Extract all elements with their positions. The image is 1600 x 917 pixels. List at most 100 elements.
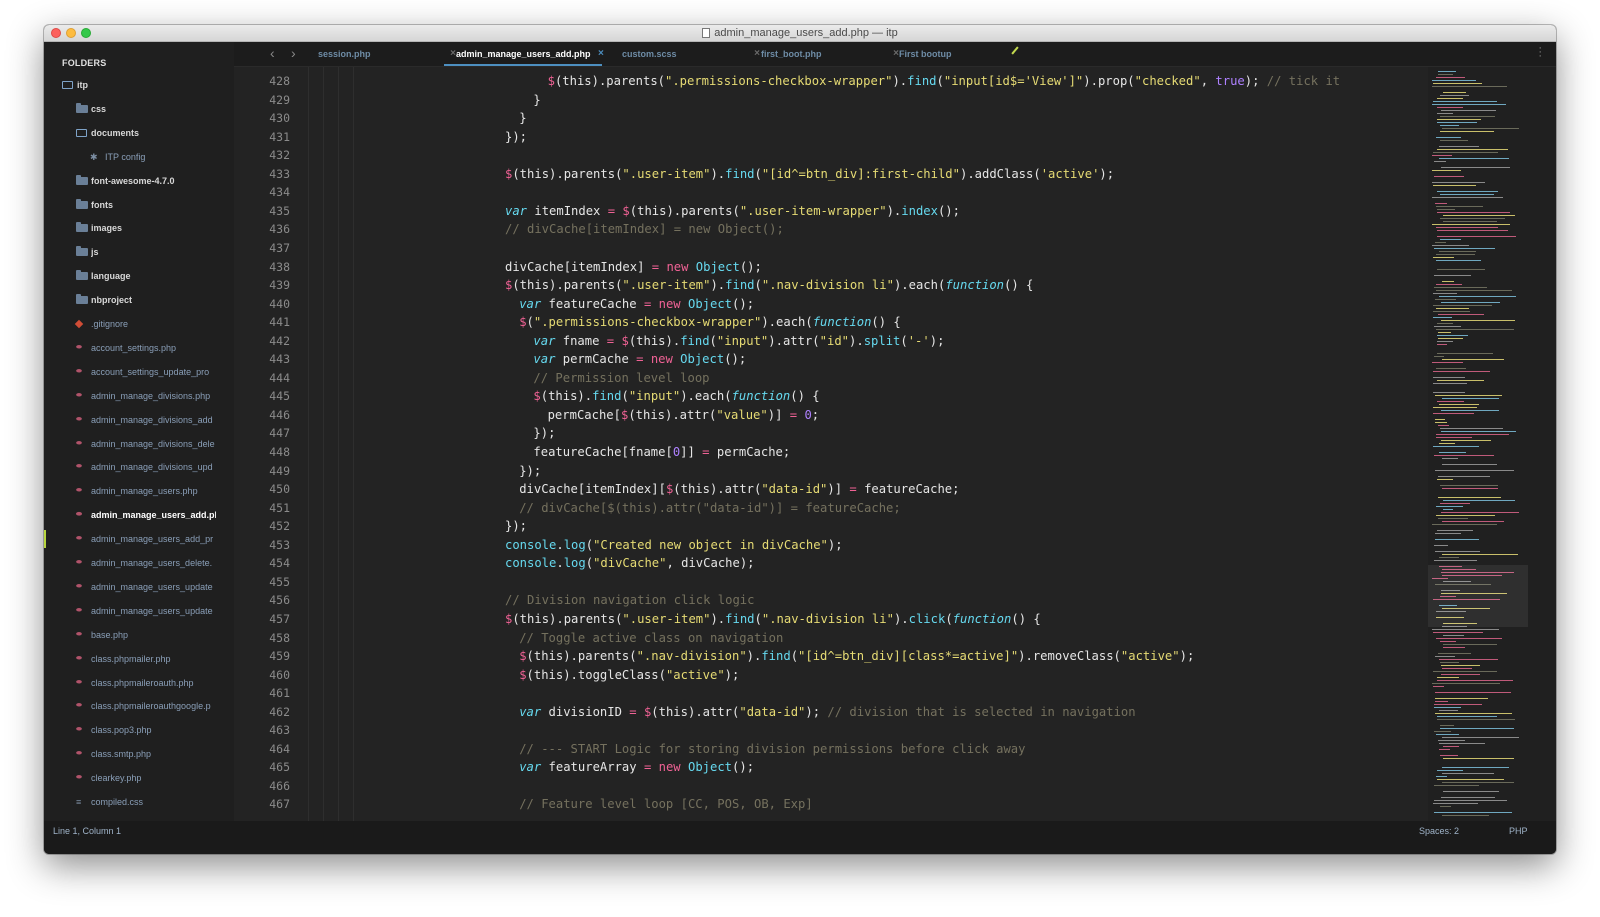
sidebar-file[interactable]: ⬬ admin_manage_users_delete. xyxy=(44,552,234,574)
minimap-line xyxy=(1433,185,1476,186)
code-line[interactable]: 448 featureCache[fname[0]] = permCache; xyxy=(234,443,1428,462)
syntax-selector[interactable]: PHP xyxy=(1509,821,1528,841)
code-text: divCache[itemIndex][$(this).attr("data-i… xyxy=(519,480,959,499)
code-editor[interactable]: 428 $(this).parents(".permissions-checkbo… xyxy=(234,67,1428,821)
code-line[interactable]: 463 xyxy=(234,721,1428,740)
code-line[interactable]: 459 $(this).parents(".nav-division").find… xyxy=(234,647,1428,666)
code-line[interactable]: 454 console.log("divCache", divCache); xyxy=(234,554,1428,573)
sidebar-file[interactable]: ⬬ account_settings_update_pro xyxy=(44,361,234,383)
sidebar-file[interactable]: ⬬ class.pop3.php xyxy=(44,719,234,741)
tab-label: custom.scss xyxy=(622,49,677,59)
code-line[interactable]: 443 var permCache = new Object(); xyxy=(234,350,1428,369)
code-token: ). xyxy=(886,203,902,218)
code-line[interactable]: 442 var fname = $(this).find("input").att… xyxy=(234,332,1428,351)
code-line[interactable]: 433 $(this).parents(".user-item").find("[… xyxy=(234,165,1428,184)
maximize-window-button[interactable] xyxy=(81,28,91,38)
minimize-window-button[interactable] xyxy=(66,28,76,38)
sidebar-file[interactable]: ⬬ account_settings.php xyxy=(44,337,234,359)
code-line[interactable]: 441 $(".permissions-checkbox-wrapper").ea… xyxy=(234,313,1428,332)
code-line[interactable]: 444 // Permission level loop xyxy=(234,369,1428,388)
sidebar-file[interactable]: ≡ compiled.css xyxy=(44,791,234,813)
sidebar-file[interactable]: ⬬ class.smtp.php xyxy=(44,743,234,765)
code-line[interactable]: 460 $(this).toggleClass("active"); xyxy=(234,666,1428,685)
minimap-line xyxy=(1436,437,1472,438)
code-line[interactable]: 456 // Division navigation click logic xyxy=(234,591,1428,610)
code-line[interactable]: 439 $(this).parents(".user-item").find(".… xyxy=(234,276,1428,295)
sidebar-file[interactable]: ⬬ admin_manage_users_add.ph xyxy=(44,504,234,526)
sidebar-file[interactable]: ⬬ class.phpmaileroauth.php xyxy=(44,672,234,694)
sidebar-file[interactable]: ⬬ admin_manage_users_update xyxy=(44,600,234,622)
code-line[interactable]: 451 // divCache[$(this).attr("data-id")] … xyxy=(234,499,1428,518)
close-tab-icon[interactable]: × xyxy=(754,42,760,66)
sidebar-file[interactable]: ⬬ admin_manage_divisions.php xyxy=(44,385,234,407)
code-line[interactable]: 434 xyxy=(234,183,1428,202)
editor-tab[interactable]: first_boot.php × xyxy=(761,42,899,66)
sidebar-file[interactable]: ✱ ITP config xyxy=(44,146,234,168)
sidebar-file[interactable]: ⬬ admin_manage_users.php xyxy=(44,480,234,502)
indentation-setting[interactable]: Spaces: 2 xyxy=(1419,821,1459,841)
cursor-position[interactable]: Line 1, Column 1 xyxy=(53,821,121,841)
code-text: } xyxy=(519,109,526,128)
sidebar-file[interactable]: ⬬ clearkey.php xyxy=(44,767,234,789)
code-line[interactable]: 445 $(this).find("input").each(function()… xyxy=(234,387,1428,406)
editor-tab[interactable]: admin_manage_users_add.php × xyxy=(444,42,604,66)
code-line[interactable]: 432 xyxy=(234,146,1428,165)
sidebar-folder[interactable]: js xyxy=(44,241,234,263)
sidebar-folder[interactable]: fonts xyxy=(44,194,234,216)
code-line[interactable]: 447}); xyxy=(234,424,1428,443)
close-tab-icon[interactable]: × xyxy=(598,42,604,66)
code-token: = xyxy=(849,482,857,497)
sidebar-folder[interactable]: images xyxy=(44,217,234,239)
sidebar-folder[interactable]: font-awesome-4.7.0 xyxy=(44,170,234,192)
sidebar-file[interactable]: ⬬ admin_manage_divisions_add xyxy=(44,409,234,431)
back-arrow-icon[interactable]: ‹ xyxy=(270,45,275,61)
sidebar-folder[interactable]: documents xyxy=(44,122,234,144)
sidebar-file[interactable]: ⬬ admin_manage_divisions_upd xyxy=(44,456,234,478)
sidebar-file[interactable]: ⬬ admin_manage_users_update xyxy=(44,576,234,598)
minimap[interactable] xyxy=(1428,67,1556,821)
code-line[interactable]: 452}); xyxy=(234,517,1428,536)
code-line[interactable]: 438 divCache[itemIndex] = new Object(); xyxy=(234,258,1428,277)
minimap-line xyxy=(1432,182,1485,183)
sidebar-folder[interactable]: itp xyxy=(44,74,234,96)
code-token: ). xyxy=(710,278,726,293)
code-line[interactable]: 466 xyxy=(234,777,1428,796)
sidebar-folder[interactable]: nbproject xyxy=(44,289,234,311)
sidebar-folder[interactable]: language xyxy=(44,265,234,287)
sidebar-file[interactable]: ⬬ admin_manage_users_add_pr xyxy=(44,528,234,550)
code-line[interactable]: 464 // --- START Logic for storing divisi… xyxy=(234,740,1428,759)
code-line[interactable]: 462 var divisionID = $(this).attr("data-i… xyxy=(234,703,1428,722)
sidebar-file[interactable]: .gitignore xyxy=(44,313,234,335)
minimap-line xyxy=(1437,770,1463,771)
code-token: ). xyxy=(710,611,726,626)
forward-arrow-icon[interactable]: › xyxy=(291,45,296,61)
code-line[interactable]: 435 var itemIndex = $(this).parents(".use… xyxy=(234,202,1428,221)
code-line[interactable]: 467 // Feature level loop [CC, POS, OB, E… xyxy=(234,795,1428,814)
code-line[interactable]: 465 var featureArray = new Object(); xyxy=(234,758,1428,777)
editor-tab[interactable]: session.php × xyxy=(318,42,456,66)
sidebar-file[interactable]: ⬬ class.phpmailer.php xyxy=(44,648,234,670)
code-line[interactable]: 436 // divCache[itemIndex] = new Object()… xyxy=(234,220,1428,239)
code-line[interactable]: 461 xyxy=(234,684,1428,703)
code-line[interactable]: 446 permCache[$(this).attr("value")] = 0; xyxy=(234,406,1428,425)
close-window-button[interactable] xyxy=(51,28,61,38)
code-line[interactable]: 430} xyxy=(234,109,1428,128)
editor-tab[interactable]: custom.scss × xyxy=(622,42,760,66)
code-line[interactable]: 457 $(this).parents(".user-item").find(".… xyxy=(234,610,1428,629)
code-line[interactable]: 449}); xyxy=(234,462,1428,481)
code-line[interactable]: 437 xyxy=(234,239,1428,258)
more-options-icon[interactable]: · · · xyxy=(1538,43,1542,62)
sidebar-file[interactable]: ⬬ admin_manage_divisions_dele xyxy=(44,433,234,455)
code-line[interactable]: 429} xyxy=(234,91,1428,110)
code-line[interactable]: 431}); xyxy=(234,128,1428,147)
sidebar-folder[interactable]: css xyxy=(44,98,234,120)
code-line[interactable]: 458 // Toggle active class on navigation xyxy=(234,629,1428,648)
code-line[interactable]: 453 console.log("Created new object in di… xyxy=(234,536,1428,555)
code-line[interactable]: 450 divCache[itemIndex][$(this).attr("dat… xyxy=(234,480,1428,499)
code-line[interactable]: 428 $(this).parents(".permissions-checkbo… xyxy=(234,72,1428,91)
code-line[interactable]: 440 var featureCache = new Object(); xyxy=(234,295,1428,314)
sidebar-file[interactable]: ⬬ base.php xyxy=(44,624,234,646)
sidebar-file[interactable]: ⬬ class.phpmaileroauthgoogle.p xyxy=(44,695,234,717)
code-line[interactable]: 455 xyxy=(234,573,1428,592)
minimap-viewport[interactable] xyxy=(1428,565,1528,627)
